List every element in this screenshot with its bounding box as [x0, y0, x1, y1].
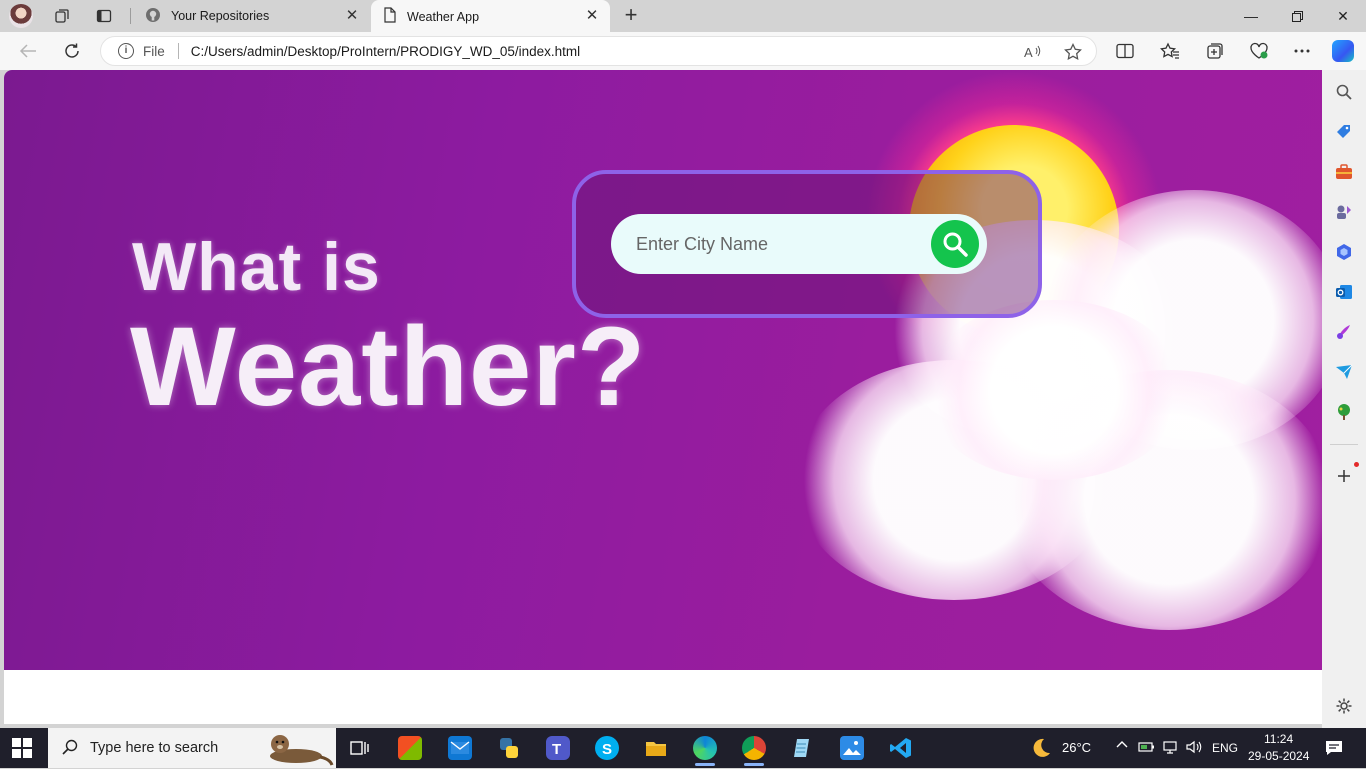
taskbar-search-placeholder: Type here to search	[90, 740, 219, 756]
microsoft-store-icon[interactable]	[398, 736, 422, 760]
collections-icon[interactable]	[1205, 41, 1225, 61]
more-menu-icon[interactable]	[1292, 41, 1312, 61]
designer-icon[interactable]	[1334, 322, 1354, 342]
browser-toolbar: i File C:/Users/admin/Desktop/ProIntern/…	[0, 32, 1366, 70]
task-view-icon[interactable]	[348, 736, 372, 760]
hero-heading-line2: Weather?	[130, 304, 647, 429]
tab-your-repositories[interactable]: Your Repositories ✕	[133, 0, 370, 32]
search-icon[interactable]	[1334, 82, 1354, 102]
search-icon	[943, 232, 968, 257]
tab-weather-app[interactable]: Weather App ✕	[371, 0, 610, 33]
shopping-tag-icon[interactable]	[1334, 122, 1354, 142]
otter-search-highlight-icon	[264, 730, 334, 769]
tab-title: Your Repositories	[171, 9, 270, 23]
settings-gear-icon[interactable]	[1334, 696, 1354, 716]
clock-date[interactable]: 29-05-2024	[1248, 749, 1309, 763]
address-bar[interactable]: i File C:/Users/admin/Desktop/ProIntern/…	[100, 36, 1097, 66]
notepad-icon[interactable]	[791, 736, 815, 760]
split-screen-icon[interactable]	[1115, 41, 1135, 61]
language-indicator[interactable]: ENG	[1212, 741, 1238, 755]
network-icon[interactable]	[1162, 740, 1180, 757]
profile-avatar[interactable]	[9, 4, 33, 28]
skype-icon[interactable]: S	[595, 736, 619, 760]
svg-text:S: S	[602, 741, 612, 758]
mail-icon[interactable]	[448, 736, 472, 760]
clock-time[interactable]: 11:24	[1264, 732, 1293, 746]
search-card	[572, 170, 1042, 318]
favorite-star-icon[interactable]	[1063, 42, 1083, 62]
browser-essentials-icon[interactable]	[1249, 41, 1269, 61]
minimize-button[interactable]: —	[1228, 0, 1274, 32]
copilot-icon[interactable]	[1332, 40, 1354, 62]
weather-temperature[interactable]: 26°C	[1062, 740, 1091, 755]
edge-browser-icon[interactable]	[693, 736, 717, 766]
add-sidebar-app-icon[interactable]	[1334, 466, 1354, 486]
tab-title: Weather App	[407, 9, 480, 24]
svg-text:A: A	[1024, 45, 1033, 60]
vscode-icon[interactable]	[889, 736, 913, 760]
close-tab-icon[interactable]: ✕	[344, 8, 360, 24]
send-icon[interactable]	[1334, 362, 1354, 382]
favorites-icon[interactable]	[1160, 41, 1180, 61]
teams-icon[interactable]: T	[546, 736, 570, 760]
tree-icon[interactable]	[1334, 402, 1354, 422]
start-button[interactable]	[12, 738, 32, 758]
page-icon	[383, 7, 397, 26]
taskbar-search-box[interactable]: Type here to search	[48, 728, 336, 768]
edge-sidebar	[1322, 70, 1366, 728]
close-window-button[interactable]: ✕	[1320, 0, 1366, 32]
address-separator	[177, 43, 179, 59]
search-field	[611, 214, 987, 274]
site-info-icon[interactable]: i	[118, 43, 134, 59]
search-icon	[62, 739, 78, 758]
new-tab-button[interactable]: +	[620, 4, 642, 27]
tab-strip: Your Repositories ✕ Weather App ✕ + — ✕	[0, 0, 1366, 33]
city-search-input[interactable]	[636, 233, 916, 255]
outlook-icon[interactable]	[1334, 282, 1354, 302]
github-icon	[145, 7, 161, 26]
read-aloud-icon[interactable]: A	[1023, 42, 1043, 62]
tab-actions-icon[interactable]	[94, 6, 114, 26]
refresh-button[interactable]	[60, 39, 84, 63]
notifications-icon[interactable]	[1325, 740, 1343, 759]
chrome-icon[interactable]	[742, 736, 766, 766]
svg-text:T: T	[552, 741, 561, 758]
hero-heading-line1: What is	[132, 229, 381, 305]
hero-background: What is Weather?	[4, 70, 1322, 670]
restore-button[interactable]	[1274, 0, 1320, 32]
microsoft-365-icon[interactable]	[1334, 242, 1354, 262]
file-explorer-icon[interactable]	[644, 736, 668, 760]
page-viewport: What is Weather?	[4, 70, 1322, 724]
scheme-label: File	[143, 43, 165, 59]
photos-icon[interactable]	[840, 736, 864, 760]
cloud-image	[924, 300, 1184, 480]
windows-taskbar: Type here to search T S 26°C ENG 11:24 2…	[0, 728, 1366, 768]
tools-icon[interactable]	[1334, 162, 1354, 182]
sidebar-divider	[1330, 444, 1358, 445]
notification-dot	[1354, 462, 1359, 467]
back-button[interactable]	[16, 39, 40, 63]
moon-weather-icon[interactable]	[1030, 737, 1052, 762]
close-tab-icon[interactable]: ✕	[584, 8, 600, 24]
volume-icon[interactable]	[1186, 740, 1202, 757]
battery-icon[interactable]	[1138, 740, 1156, 757]
show-hidden-icons-chevron-up-icon[interactable]	[1116, 739, 1128, 754]
tab-divider	[130, 8, 131, 24]
python-icon[interactable]	[497, 736, 521, 760]
games-icon[interactable]	[1334, 202, 1354, 222]
search-button[interactable]	[931, 220, 979, 268]
url-text[interactable]: C:/Users/admin/Desktop/ProIntern/PRODIGY…	[191, 44, 580, 59]
workspaces-icon[interactable]	[52, 6, 72, 26]
